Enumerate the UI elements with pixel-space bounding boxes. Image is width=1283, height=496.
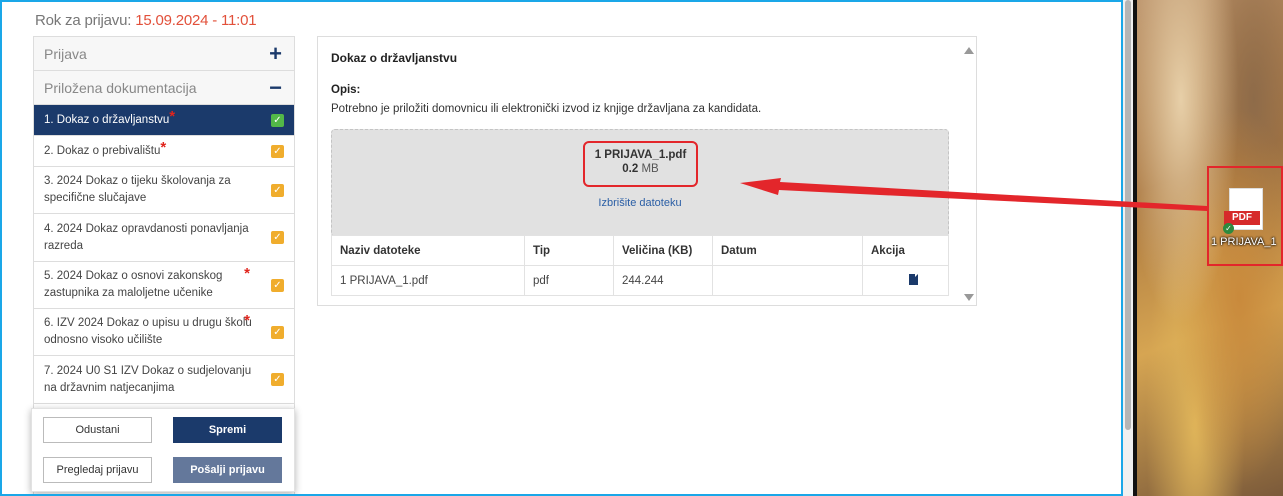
column-header-size: Veličina (KB) — [613, 235, 713, 266]
sidebar-item-label: 4. 2024 Dokaz opravdanosti ponavljanja r… — [44, 222, 249, 252]
preview-application-button[interactable]: Pregledaj prijavu — [43, 457, 152, 483]
files-table: Naziv datoteke Tip Veličina (KB) Datum A… — [331, 235, 949, 296]
browser-content-frame: Rok za prijavu: 15.09.2024 - 11:01 Prija… — [0, 0, 1123, 496]
checkbox-checked-icon: ✓ — [271, 278, 284, 292]
sidebar-item-dokaz-o-upisu[interactable]: 6. IZV 2024 Dokaz o upisu u drugu školu … — [34, 309, 294, 356]
cell-file-date — [712, 265, 863, 296]
sidebar-section-prilozena-dokumentacija[interactable]: Priložena dokumentacija − — [34, 71, 294, 105]
document-download-icon[interactable] — [909, 273, 918, 285]
table-header-row: Naziv datoteke Tip Veličina (KB) Datum A… — [331, 235, 949, 266]
scroll-down-icon[interactable] — [964, 294, 974, 301]
sync-check-icon: ✓ — [1223, 223, 1234, 234]
deadline-value: 15.09.2024 - 11:01 — [135, 12, 257, 29]
sidebar-item-label: 3. 2024 Dokaz o tijeku školovanja za spe… — [44, 175, 231, 204]
desktop-file-icon[interactable]: PDF ✓ 1 PRIJAVA_1 — [1207, 166, 1283, 266]
required-asterisk: * — [160, 138, 167, 156]
checkbox-checked-icon: ✓ — [271, 144, 284, 158]
uploaded-file-size: 0.2 MB — [622, 163, 659, 175]
description-label: Opis: — [331, 84, 361, 96]
required-asterisk: * — [244, 312, 250, 329]
sidebar-item-label: 6. IZV 2024 Dokaz o upisu u drugu školu … — [44, 317, 252, 346]
checkbox-checked-icon: ✓ — [271, 183, 284, 197]
column-header-action: Akcija — [862, 235, 949, 266]
sidebar-item-dokaz-o-zakonskom-zastupniku[interactable]: 5. 2024 Dokaz o osnovi zakonskog zastupn… — [34, 262, 294, 309]
delete-file-link[interactable]: Izbrišite datoteku — [332, 197, 948, 209]
checkbox-checked-icon: ✓ — [271, 325, 284, 339]
sidebar-item-dokaz-o-drzavljanstvu[interactable]: 1. Dokaz o državljanstvu* ✓ — [34, 105, 294, 136]
checkbox-checked-icon: ✓ — [271, 231, 284, 244]
save-button[interactable]: Spremi — [173, 417, 282, 443]
scrollbar-thumb[interactable] — [1125, 0, 1131, 430]
cell-file-name: 1 PRIJAVA_1.pdf — [331, 265, 525, 296]
document-title: Dokaz o državljanstvu — [331, 51, 458, 65]
sidebar-item-dokaz-o-prebivalistu[interactable]: 2. Dokaz o prebivalištu* ✓ — [34, 136, 294, 167]
sidebar-section-prijava[interactable]: Prijava + — [34, 37, 294, 71]
document-panel: Dokaz o državljanstvu Opis: Potrebno je … — [317, 36, 977, 306]
form-actions-panel: Odustani Spremi Pregledaj prijavu Pošalj… — [31, 408, 295, 492]
panel-scrollbar[interactable] — [961, 37, 976, 307]
cancel-button[interactable]: Odustani — [43, 417, 152, 443]
required-asterisk: * — [244, 265, 250, 282]
section-label: Priložena dokumentacija — [44, 79, 197, 96]
table-row: 1 PRIJAVA_1.pdf pdf 244.244 — [331, 265, 949, 296]
section-label: Prijava — [44, 45, 87, 62]
sidebar-item-label: 7. 2024 U0 S1 IZV Dokaz o sudjelovanju n… — [44, 364, 252, 394]
sidebar-item-label: 5. 2024 Dokaz o osnovi zakonskog zastupn… — [44, 270, 223, 299]
sidebar-item-label: 1. Dokaz o državljanstvu — [44, 113, 170, 126]
checkbox-checked-icon: ✓ — [271, 113, 284, 127]
column-header-name: Naziv datoteke — [331, 235, 525, 266]
scroll-up-icon[interactable] — [964, 47, 974, 54]
checkbox-checked-icon: ✓ — [271, 373, 284, 386]
deadline-label: Rok za prijavu: — [35, 12, 132, 29]
uploaded-file-name: 1 PRIJAVA_1.pdf — [594, 149, 687, 161]
column-header-date: Datum — [712, 235, 863, 266]
cell-file-size: 244.244 — [613, 265, 713, 296]
cell-action — [862, 265, 949, 296]
page-scrollbar[interactable] — [1123, 0, 1133, 496]
sidebar-item-dokaz-o-tijeku-skolovanja[interactable]: 3. 2024 Dokaz o tijeku školovanja za spe… — [34, 167, 294, 214]
pdf-file-icon: PDF — [1224, 188, 1263, 230]
deadline-text: Rok za prijavu: 15.09.2024 - 11:01 — [35, 12, 257, 29]
description-text: Potrebno je priložiti domovnicu ili elek… — [331, 103, 762, 115]
file-dropzone[interactable]: 1 PRIJAVA_1.pdf 0.2 MB Izbrišite datotek… — [331, 129, 949, 237]
uploaded-file-preview: 1 PRIJAVA_1.pdf 0.2 MB — [583, 141, 698, 187]
sidebar-item-dokaz-o-natjecanjima[interactable]: 7. 2024 U0 S1 IZV Dokaz o sudjelovanju n… — [34, 356, 294, 404]
sidebar-item-dokaz-opravdanosti-ponavljanja[interactable]: 4. 2024 Dokaz opravdanosti ponavljanja r… — [34, 214, 294, 262]
submit-application-button[interactable]: Pošalji prijavu — [173, 457, 282, 483]
cell-file-type: pdf — [524, 265, 614, 296]
desktop-file-label: 1 PRIJAVA_1 — [1211, 236, 1277, 248]
required-asterisk: * — [169, 107, 176, 125]
column-header-type: Tip — [524, 235, 614, 266]
collapse-minus-icon[interactable]: − — [269, 76, 282, 99]
sidebar-item-label: 2. Dokaz o prebivalištu — [44, 144, 161, 157]
expand-plus-icon[interactable]: + — [269, 42, 282, 65]
